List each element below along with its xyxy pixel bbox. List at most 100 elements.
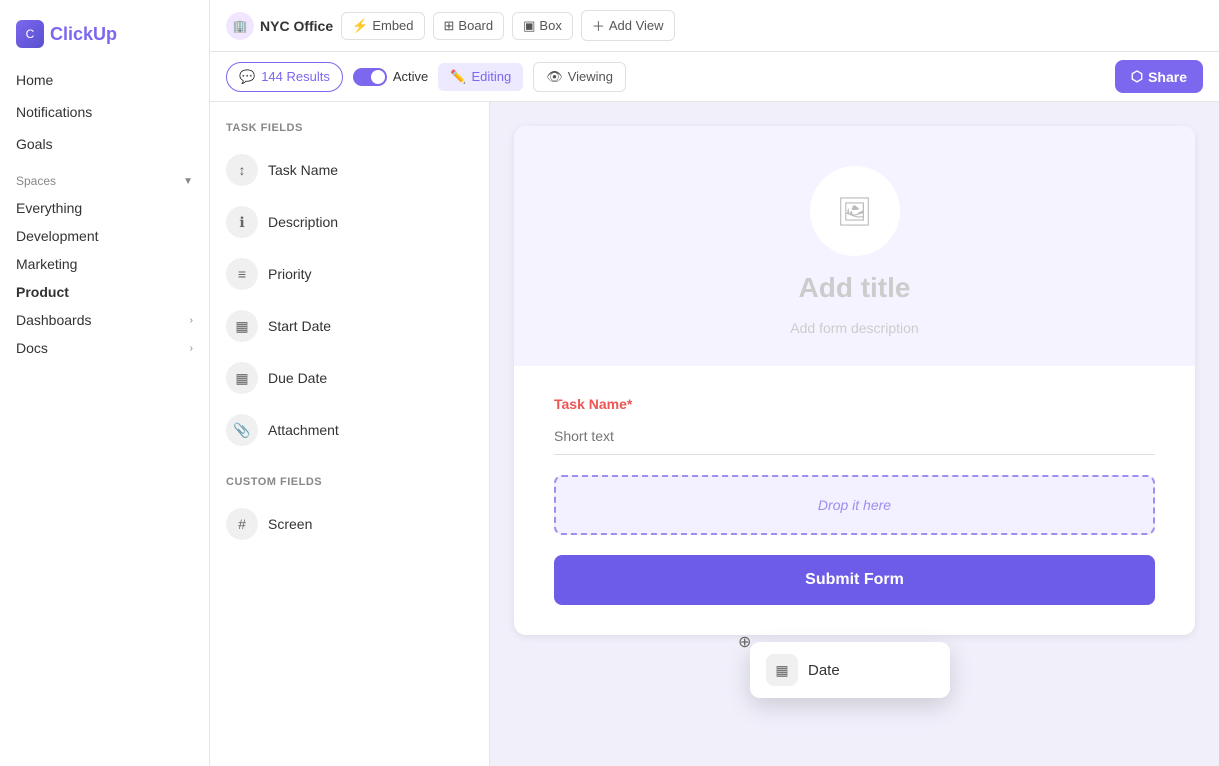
active-toggle-wrap: Active [353, 68, 428, 86]
sidebar-item-docs[interactable]: Docs › [0, 334, 209, 362]
results-count: 144 Results [261, 69, 330, 84]
form-header: 🖼 Add title Add form description [514, 126, 1195, 366]
workspace-icon: 🏢 [226, 12, 254, 40]
form-body: Task Name* Drop it here Submit Form [514, 366, 1195, 635]
home-label: Home [16, 72, 53, 88]
box-button[interactable]: ▣ Box [512, 12, 573, 40]
board-icon: ⊞ [444, 18, 455, 34]
embed-icon: ⚡ [352, 18, 368, 34]
drop-zone-label: Drop it here [818, 497, 891, 513]
sidebar: C ClickUp Home Notifications Goals Space… [0, 0, 210, 766]
start-date-icon: ▦ [226, 310, 258, 342]
form-area: 🖼 Add title Add form description Task Na… [490, 102, 1219, 766]
active-toggle[interactable] [353, 68, 387, 86]
workspace-badge: 🏢 NYC Office [226, 12, 333, 40]
date-label: Date [808, 662, 840, 679]
field-item-task-name[interactable]: ↕ Task Name [210, 144, 489, 196]
subtoolbar: 💬 144 Results Active ✏️ Editing 👁 Viewin… [210, 52, 1219, 102]
topbar: 🏢 NYC Office ⚡ Embed ⊞ Board ▣ Box ＋ Add… [210, 0, 1219, 52]
due-date-icon: ▦ [226, 362, 258, 394]
drag-date-item[interactable]: ▦ Date [750, 642, 950, 698]
add-view-label: Add View [609, 18, 664, 33]
drop-zone[interactable]: Drop it here [554, 475, 1155, 535]
box-label: Box [539, 18, 561, 33]
dashboards-label: Dashboards [16, 312, 92, 328]
logo-text: ClickUp [50, 24, 117, 45]
field-item-screen[interactable]: # Screen [210, 498, 489, 550]
custom-fields-title: CUSTOM FIELDS [210, 472, 489, 498]
spaces-chevron-icon: ▼ [183, 176, 193, 187]
field-item-description[interactable]: ℹ Description [210, 196, 489, 248]
add-view-button[interactable]: ＋ Add View [581, 10, 675, 41]
field-item-due-date[interactable]: ▦ Due Date [210, 352, 489, 404]
sidebar-item-goals[interactable]: Goals [0, 128, 209, 160]
share-label: Share [1148, 69, 1187, 85]
share-icon: ⬡ [1131, 68, 1143, 85]
form-field-label: Task Name* [554, 396, 1155, 412]
priority-label: Priority [268, 266, 312, 282]
docs-chevron-icon: › [190, 343, 193, 354]
sidebar-item-dashboards[interactable]: Dashboards › [0, 306, 209, 334]
due-date-label: Due Date [268, 370, 327, 386]
attachment-label: Attachment [268, 422, 339, 438]
description-label: Description [268, 214, 338, 230]
docs-label: Docs [16, 340, 48, 356]
form-title-placeholder[interactable]: Add title [799, 272, 911, 304]
priority-icon: ≡ [226, 258, 258, 290]
form-card: 🖼 Add title Add form description Task Na… [514, 126, 1195, 635]
eye-icon: 👁 [546, 69, 563, 85]
description-icon: ℹ [226, 206, 258, 238]
goals-label: Goals [16, 136, 53, 152]
sidebar-item-home[interactable]: Home [0, 64, 209, 96]
dashboards-chevron-icon: › [190, 315, 193, 326]
notifications-label: Notifications [16, 104, 92, 120]
sidebar-item-marketing[interactable]: Marketing [0, 250, 209, 278]
attachment-icon: 📎 [226, 414, 258, 446]
task-name-input[interactable] [554, 418, 1155, 455]
sidebar-item-product[interactable]: Product [0, 278, 209, 306]
active-label: Active [393, 69, 428, 84]
results-badge[interactable]: 💬 144 Results [226, 62, 343, 92]
editing-label: Editing [471, 69, 511, 84]
required-asterisk: * [627, 396, 632, 412]
image-icon: 🖼 [837, 195, 873, 228]
field-item-priority[interactable]: ≡ Priority [210, 248, 489, 300]
chat-icon: 💬 [239, 69, 255, 85]
board-button[interactable]: ⊞ Board [433, 12, 505, 40]
spaces-label: Spaces [16, 174, 56, 188]
sidebar-item-notifications[interactable]: Notifications [0, 96, 209, 128]
editing-button[interactable]: ✏️ Editing [438, 63, 523, 91]
form-desc-placeholder[interactable]: Add form description [790, 320, 918, 336]
embed-button[interactable]: ⚡ Embed [341, 12, 424, 40]
viewing-label: Viewing [568, 69, 613, 84]
field-item-start-date[interactable]: ▦ Start Date [210, 300, 489, 352]
sidebar-item-everything[interactable]: Everything [0, 194, 209, 222]
screen-label: Screen [268, 516, 312, 532]
fields-panel: TASK FIELDS ↕ Task Name ℹ Description ≡ … [210, 102, 490, 766]
sidebar-item-development[interactable]: Development [0, 222, 209, 250]
box-icon: ▣ [523, 18, 535, 34]
task-name-label: Task Name [268, 162, 338, 178]
content-area: TASK FIELDS ↕ Task Name ℹ Description ≡ … [210, 102, 1219, 766]
drag-move-icon: ⊕ [738, 632, 751, 652]
task-fields-title: TASK FIELDS [210, 118, 489, 144]
date-field-icon: ▦ [766, 654, 798, 686]
pencil-icon: ✏️ [450, 69, 466, 85]
task-name-icon: ↕ [226, 154, 258, 186]
viewing-button[interactable]: 👁 Viewing [533, 62, 626, 92]
toggle-knob [371, 70, 385, 84]
embed-label: Embed [372, 18, 413, 33]
logo-icon: C [16, 20, 44, 48]
board-label: Board [458, 18, 493, 33]
start-date-label: Start Date [268, 318, 331, 334]
form-image-placeholder[interactable]: 🖼 [810, 166, 900, 256]
screen-icon: # [226, 508, 258, 540]
field-item-attachment[interactable]: 📎 Attachment [210, 404, 489, 456]
submit-form-button[interactable]: Submit Form [554, 555, 1155, 605]
workspace-name: NYC Office [260, 18, 333, 34]
spaces-section[interactable]: Spaces ▼ [0, 168, 209, 194]
main-content: 🏢 NYC Office ⚡ Embed ⊞ Board ▣ Box ＋ Add… [210, 0, 1219, 766]
logo-area: C ClickUp [0, 10, 209, 64]
add-view-icon: ＋ [592, 16, 605, 35]
share-button[interactable]: ⬡ Share [1115, 60, 1203, 93]
